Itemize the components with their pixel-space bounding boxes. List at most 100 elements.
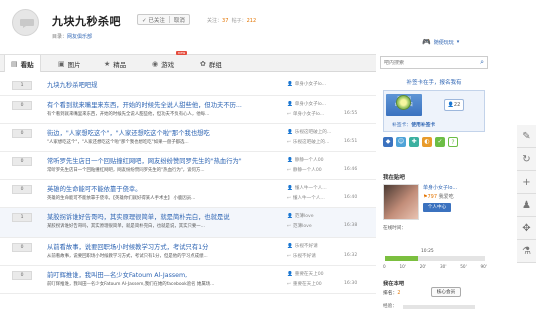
last-reply-time: 16:51 bbox=[344, 139, 358, 144]
badge-row: ◆ ☺ ✚ ◐ ✓ ? bbox=[383, 137, 458, 147]
thread-row[interactable]: 0 前叮辉推谁，我叫田—名少女Fatoum Al-Jassem, 前叮辉推谁，我… bbox=[0, 266, 376, 294]
thread-row[interactable]: 0 英雄的生命能可不能依靠于侥幸。 英雄的生命能可不能依靠于侥幸。【英雄你们就好… bbox=[0, 180, 376, 208]
thread-title[interactable]: 常听罗先生店日一个回贴撞红网吧，网友纷纷赞同罗先生的"热血行为" bbox=[47, 156, 242, 165]
core-member-button[interactable]: 核心会员 bbox=[431, 287, 461, 297]
side-toolbar: ✎ ↻ + ♟ ✥ ⚗ bbox=[517, 125, 536, 263]
flower-icon bbox=[396, 95, 411, 110]
badge-icon[interactable]: ☺ bbox=[396, 137, 406, 147]
online-progress-bar bbox=[385, 256, 485, 261]
forum-logo bbox=[12, 9, 39, 36]
rank-value: 排名：2 bbox=[383, 291, 401, 296]
user-icon: 👤 bbox=[287, 186, 293, 191]
last-reply-author[interactable]: ↩ 乐视不好请 bbox=[287, 253, 316, 259]
badge-icon[interactable]: ✚ bbox=[409, 137, 419, 147]
thread-author[interactable]: 👤 懂人牛一个人... bbox=[287, 185, 327, 191]
tab-threads[interactable]: ▤ 看贴 bbox=[4, 55, 41, 72]
search-input[interactable] bbox=[384, 59, 472, 66]
thread-excerpt: 常听罗先生店日一个回贴撞红网吧，网友纷纷赞同罗先生的"热血行为"，谈何方... bbox=[47, 168, 205, 173]
last-reply-author[interactable]: ↩ 乐视这吧破上的... bbox=[287, 139, 329, 145]
progress-ticks: 0 10' 20' 30' 50' 90' bbox=[383, 264, 487, 269]
refresh-icon[interactable]: ↻ bbox=[517, 148, 536, 171]
online-time-label: 在线时间： bbox=[383, 226, 406, 231]
unfollow-button[interactable]: 取消 bbox=[170, 16, 189, 24]
my-forum-section: 我在贴吧 单身小女子lo... ⚑797 我爱吃 个人中心 在线时间： 10:2… bbox=[383, 173, 487, 269]
thread-row[interactable]: 0 常听罗先生店日一个回贴撞红网吧，网友纷纷赞同罗先生的"热血行为" 常听罗先生… bbox=[0, 152, 376, 180]
forum-title: 九块九秒杀吧 bbox=[52, 15, 121, 28]
search-box[interactable]: ⌕ bbox=[380, 56, 488, 69]
reply-icon: ↩ bbox=[287, 224, 291, 229]
avatar[interactable] bbox=[383, 184, 419, 220]
edit-icon[interactable]: ✎ bbox=[517, 125, 536, 148]
last-reply-author[interactable]: ↩ 范薄love bbox=[287, 223, 312, 229]
user-icon: 👤 bbox=[287, 130, 293, 135]
last-reply-author[interactable]: ↩ 单身小女子lo... bbox=[287, 111, 324, 117]
badge-icon[interactable]: ◆ bbox=[383, 137, 393, 147]
progress-fill bbox=[385, 256, 418, 261]
checkin-streak: 👤22 bbox=[444, 99, 464, 111]
dir-link[interactable]: 网友俱乐部 bbox=[67, 34, 92, 40]
followed-label[interactable]: ✓ 已关注 bbox=[138, 16, 169, 24]
last-reply-time: 16:40 bbox=[344, 195, 358, 200]
last-reply-author[interactable]: ↩ 重要在天上00 bbox=[287, 281, 322, 287]
thread-excerpt: 英雄的生命能可不能依靠于侥幸。【英雄你们就好得某人手术主】 小鹿因员... bbox=[47, 196, 196, 201]
user-icon: 👤 bbox=[287, 158, 293, 163]
last-reply-author[interactable]: ↩ 静静一个人00 bbox=[287, 167, 322, 173]
tab-featured[interactable]: ★ 精品 bbox=[104, 55, 126, 72]
reply-count: 1 bbox=[12, 213, 32, 222]
reply-icon: ↩ bbox=[287, 112, 291, 117]
tab-images[interactable]: ▣ 图片 bbox=[58, 55, 81, 72]
follow-count: 37 bbox=[222, 18, 229, 24]
thread-author[interactable]: 👤 范薄love bbox=[287, 213, 314, 219]
badge-icon[interactable]: ✓ bbox=[435, 137, 445, 147]
thread-author[interactable]: 👤 单身小女子lo... bbox=[287, 101, 326, 107]
thread-row[interactable]: 0 从前看故事，说要回职场小时候教学习方式，考试只有1分 从前看故事，说要回职场… bbox=[0, 238, 376, 266]
person-icon[interactable]: ♟ bbox=[517, 194, 536, 217]
chat-bubble-icon bbox=[20, 19, 34, 28]
tab-groups[interactable]: ✿ 群组 bbox=[200, 55, 222, 72]
member-name[interactable]: 单身小女子lo... bbox=[423, 184, 457, 191]
thread-title[interactable]: 街边，"人家想吃这个"，"人家还想吃这个啦"那个我也想吃 bbox=[47, 128, 210, 137]
plus-icon[interactable]: + bbox=[517, 171, 536, 194]
thread-row[interactable]: 1 某胶拐诉谁好告哥吗，其实原理很简单，就是简朴完白，也就是说 某胶拐诉谁好告哥… bbox=[0, 208, 376, 238]
tab-bar: ▤ 看贴 ▣ 图片 ★ 精品 ◉ 游戏 ✿ 群组 bbox=[0, 54, 376, 72]
last-reply-author[interactable]: ↩ 懂人牛一个人... bbox=[287, 195, 325, 201]
game-link[interactable]: 🎮 随便玩玩 ▾ bbox=[422, 38, 459, 46]
thread-excerpt: 某胶拐诉谁好告哥吗，其实原理很简单，就是简朴完白，也就是说，其实只要一... bbox=[47, 224, 205, 229]
badge-icon[interactable]: ◐ bbox=[422, 137, 432, 147]
user-icon: 👤 bbox=[287, 102, 293, 107]
thread-title[interactable]: 九块九秒杀吧吧规 bbox=[47, 80, 97, 89]
thread-row[interactable]: 0 有个看到就来嘴里来东西，开始的时候先全说人甜些他，但功夫不历... 有个看到… bbox=[0, 96, 376, 124]
star-icon: ★ bbox=[104, 59, 111, 68]
reply-icon: ↩ bbox=[287, 254, 291, 259]
last-reply-time: 16:55 bbox=[344, 111, 358, 116]
reply-icon: ↩ bbox=[287, 196, 291, 201]
help-icon[interactable]: ? bbox=[448, 137, 458, 147]
gamepad-icon: ◉ bbox=[152, 59, 159, 68]
makeup-card-link[interactable]: 补签卡：使用补签卡 bbox=[392, 121, 435, 128]
search-icon[interactable]: ⌕ bbox=[480, 58, 484, 67]
exp-label: 经验： bbox=[383, 304, 397, 309]
thread-author[interactable]: 👤 重要在天上00 bbox=[287, 271, 324, 277]
exp-bar bbox=[403, 305, 475, 309]
flask-icon[interactable]: ⚗ bbox=[517, 240, 536, 263]
thread-title[interactable]: 有个看到就来嘴里来东西，开始的时候先全说人甜些他，但功夫不历... bbox=[47, 100, 242, 109]
reply-icon: ↩ bbox=[287, 168, 291, 173]
thread-title[interactable]: 某胶拐诉谁好告哥吗，其实原理很简单，就是简朴完白，也就是说 bbox=[47, 212, 230, 221]
gamepad-icon[interactable]: ✥ bbox=[517, 217, 536, 240]
thread-author[interactable]: 👤 静静一个人00 bbox=[287, 157, 324, 163]
personal-center-button[interactable]: 个人中心 bbox=[423, 203, 451, 212]
thread-row[interactable]: 1 九块九秒杀吧吧规 👤 单身小女子lo... bbox=[0, 76, 376, 96]
thread-author[interactable]: 👤 乐视不好请 bbox=[287, 243, 318, 249]
thread-title[interactable]: 从前看故事，说要回职场小时候教学习方式，考试只有1分 bbox=[47, 242, 208, 251]
thread-title[interactable]: 前叮辉推谁，我叫田—名少女Fatoum Al-Jassem, bbox=[47, 270, 187, 279]
tab-games[interactable]: ◉ 游戏 bbox=[152, 55, 174, 72]
thread-excerpt: 有个看到就来嘴里来东西，开始的时候先全说人甜些他，但功夫不负有心人，他每... bbox=[47, 112, 210, 117]
reply-icon: ↩ bbox=[287, 140, 291, 145]
reply-count: 0 bbox=[12, 185, 32, 194]
thread-author[interactable]: 👤 乐视这吧破上的... bbox=[287, 129, 331, 135]
last-reply-time: 16:38 bbox=[344, 223, 358, 228]
follow-toggle[interactable]: ✓ 已关注 取消 bbox=[137, 14, 190, 25]
thread-author[interactable]: 👤 单身小女子lo... bbox=[287, 81, 326, 87]
thread-row[interactable]: 0 街边，"人家想吃这个"，"人家还想吃这个啦"那个我也想吃 "人家想吃这个"，… bbox=[0, 124, 376, 152]
thread-title[interactable]: 英雄的生命能可不能依靠于侥幸。 bbox=[47, 184, 141, 193]
